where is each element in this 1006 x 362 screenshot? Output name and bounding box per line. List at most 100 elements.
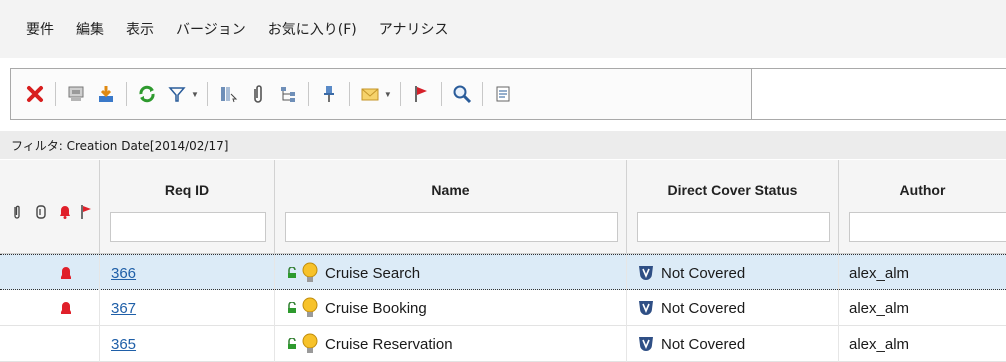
- alert-bell-icon[interactable]: [60, 266, 72, 280]
- menu-bar: 要件 編集 表示 バージョン お気に入り(F) アナリシス: [0, 0, 1006, 58]
- toolbar-separator: [481, 82, 483, 106]
- name-cell: Cruise Search: [275, 255, 627, 291]
- pin-button[interactable]: [317, 82, 341, 106]
- req-id-cell: 365: [100, 326, 275, 362]
- mail-button[interactable]: [358, 82, 382, 106]
- requirement-name: Cruise Reservation: [325, 335, 453, 353]
- table-row[interactable]: 367 Cruise Booking Not Covered alex_alm: [0, 290, 1006, 326]
- linked-attachment-icon[interactable]: [35, 204, 47, 220]
- hierarchy-icon: [280, 87, 295, 102]
- refresh-button[interactable]: [135, 82, 159, 106]
- lock-open-icon: [288, 338, 296, 349]
- requirement-name: Cruise Search: [325, 264, 421, 282]
- chevron-down-icon[interactable]: ▼: [191, 90, 199, 99]
- download-button[interactable]: [94, 82, 118, 106]
- column-header-cover-status[interactable]: Direct Cover Status: [627, 160, 839, 254]
- flag-button[interactable]: [409, 82, 433, 106]
- column-header-name[interactable]: Name: [275, 160, 627, 254]
- menu-edit[interactable]: 編集: [76, 19, 104, 39]
- requirement-lightbulb-icon: [302, 333, 318, 353]
- author-header-label: Author: [899, 182, 946, 198]
- table-row[interactable]: 366 Cruise Search Not Covered alex_alm: [0, 254, 1006, 291]
- refresh-icon: [139, 85, 155, 103]
- monitor-button[interactable]: [64, 82, 88, 106]
- select-columns-button[interactable]: [216, 82, 240, 106]
- grid-header: Req ID Name Direct Cover Status Author: [0, 160, 1006, 254]
- hierarchy-button[interactable]: [276, 82, 300, 106]
- pin-icon: [323, 86, 334, 102]
- req-id-link[interactable]: 367: [111, 300, 136, 317]
- mail-icon: [361, 88, 379, 101]
- author-name: alex_alm: [849, 299, 910, 317]
- toolbar-separator: [206, 82, 208, 106]
- find-button[interactable]: [450, 82, 474, 106]
- cover-status-cell: Not Covered: [627, 290, 839, 326]
- notes-icon: [496, 86, 510, 102]
- name-cell: Cruise Booking: [275, 290, 627, 326]
- lock-open-icon: [288, 302, 296, 313]
- icon-columns-header: [0, 160, 100, 254]
- alert-bell-icon[interactable]: [58, 204, 72, 220]
- cover-status-cell: Not Covered: [627, 255, 839, 291]
- column-select-icon: [220, 87, 238, 103]
- req-id-filter-input[interactable]: [110, 212, 266, 242]
- filter-bar: フィルタ: Creation Date[2014/02/17]: [0, 131, 1006, 159]
- req-id-link[interactable]: 365: [111, 336, 136, 353]
- not-covered-status-icon: [639, 301, 653, 315]
- cover-status-filter-input[interactable]: [637, 212, 830, 242]
- requirements-grid: Req ID Name Direct Cover Status Author 3…: [0, 160, 1006, 362]
- name-header-label: Name: [431, 182, 470, 198]
- toolbar-separator: [440, 82, 442, 106]
- alert-bell-icon[interactable]: [60, 301, 72, 315]
- filter-button[interactable]: [165, 82, 189, 106]
- table-row[interactable]: 365 Cruise Reservation Not Covered alex_…: [0, 326, 1006, 362]
- menu-favorites[interactable]: お気に入り(F): [268, 19, 357, 39]
- requirement-lightbulb-icon: [302, 262, 318, 282]
- attachment-icon[interactable]: [12, 204, 22, 220]
- find-icon: [453, 85, 471, 104]
- author-filter-input[interactable]: [849, 212, 1006, 242]
- author-cell: alex_alm: [839, 326, 1006, 362]
- filter-label: フィルタ: Creation Date[2014/02/17]: [11, 138, 229, 153]
- filter-icon: [168, 87, 186, 102]
- menu-version[interactable]: バージョン: [176, 19, 246, 39]
- lock-open-icon: [288, 267, 296, 278]
- row-icons-cell: [0, 290, 100, 326]
- author-cell: alex_alm: [839, 255, 1006, 291]
- author-name: alex_alm: [849, 264, 910, 282]
- name-filter-input[interactable]: [285, 212, 618, 242]
- delete-icon: [27, 86, 43, 102]
- delete-button[interactable]: [23, 82, 47, 106]
- chevron-down-icon[interactable]: ▼: [384, 90, 392, 99]
- req-id-cell: 367: [100, 290, 275, 326]
- notes-button[interactable]: [491, 82, 515, 106]
- monitor-icon: [68, 86, 84, 101]
- attachment-icon: [254, 85, 262, 103]
- cover-status-header-label: Direct Cover Status: [667, 182, 798, 198]
- toolbar-search-area[interactable]: [751, 69, 1006, 119]
- cover-status-text: Not Covered: [661, 335, 746, 353]
- requirement-lightbulb-icon: [302, 297, 318, 317]
- cover-status-cell: Not Covered: [627, 326, 839, 362]
- column-header-author[interactable]: Author: [839, 160, 1006, 254]
- download-icon: [99, 86, 113, 102]
- req-id-link[interactable]: 366: [111, 265, 136, 282]
- requirement-name: Cruise Booking: [325, 299, 427, 317]
- menu-analysis[interactable]: アナリシス: [379, 19, 449, 39]
- row-icons-cell: [0, 255, 100, 291]
- not-covered-status-icon: [639, 337, 653, 351]
- req-id-header-label: Req ID: [164, 182, 210, 198]
- cover-status-text: Not Covered: [661, 299, 746, 317]
- toolbar-separator: [307, 82, 309, 106]
- toolbar-separator: [55, 82, 56, 106]
- cover-status-text: Not Covered: [661, 264, 746, 282]
- column-header-req-id[interactable]: Req ID: [100, 160, 275, 254]
- menu-view[interactable]: 表示: [126, 19, 154, 39]
- req-id-cell: 366: [100, 255, 275, 291]
- flag-icon[interactable]: [80, 204, 92, 220]
- not-covered-status-icon: [639, 266, 653, 280]
- author-name: alex_alm: [849, 335, 910, 353]
- menu-requirements[interactable]: 要件: [26, 19, 54, 39]
- attachment-button[interactable]: [246, 82, 270, 106]
- name-cell: Cruise Reservation: [275, 326, 627, 362]
